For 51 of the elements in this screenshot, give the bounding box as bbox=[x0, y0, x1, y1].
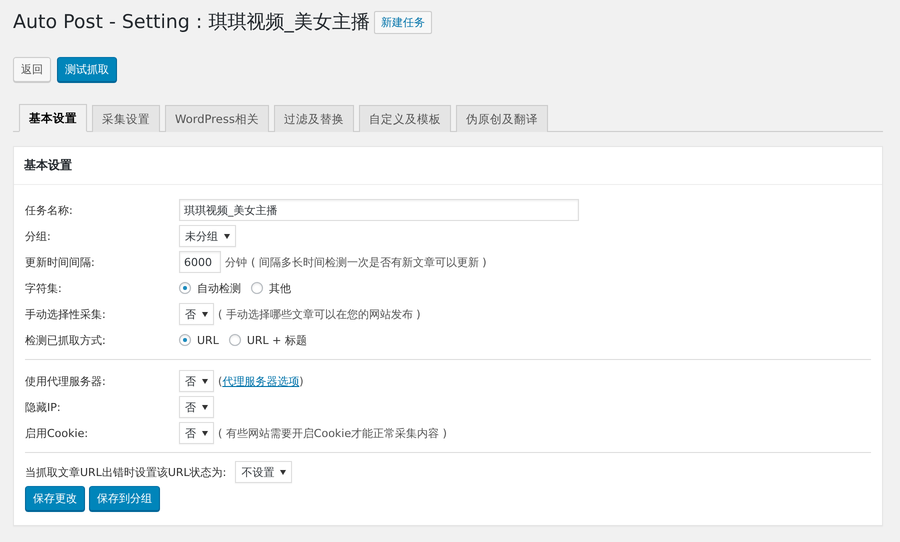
hint-text: ( 手动选择哪些文章可以在您的网站发布 ) bbox=[218, 306, 421, 322]
proxy-options-link[interactable]: 代理服务器选项 bbox=[222, 374, 300, 388]
radio-label: URL bbox=[197, 334, 219, 346]
panel-title: 基本设置 bbox=[14, 147, 882, 185]
caret-icon bbox=[202, 404, 208, 410]
radio-label: 自动检测 bbox=[197, 280, 241, 296]
radio-button[interactable] bbox=[228, 334, 241, 346]
field-label: 字符集: bbox=[25, 280, 63, 296]
link-note: (代理服务器选项) bbox=[218, 374, 304, 388]
caret-icon bbox=[280, 470, 286, 474]
save-button[interactable]: 保存到分组 bbox=[89, 486, 160, 511]
number-field[interactable]: 6000 bbox=[179, 251, 221, 273]
dropdown[interactable]: 否 bbox=[179, 303, 214, 325]
tab[interactable]: WordPress相关 bbox=[165, 105, 269, 132]
dropdown[interactable]: 不设置 bbox=[235, 461, 292, 483]
action-button[interactable]: 测试抓取 bbox=[57, 57, 117, 82]
page-title: Auto Post - Setting : 琪琪视频_美女主播 bbox=[13, 10, 370, 35]
dropdown[interactable]: 否 bbox=[179, 422, 214, 444]
radio-button[interactable] bbox=[179, 282, 191, 294]
radio-button[interactable] bbox=[179, 334, 191, 346]
tab[interactable]: 采集设置 bbox=[92, 105, 160, 132]
field-label: 使用代理服务器: bbox=[25, 374, 107, 388]
dropdown[interactable]: 否 bbox=[179, 396, 214, 418]
unit-label: 分钟 bbox=[225, 254, 247, 270]
field-label: 手动选择性采集: bbox=[25, 306, 107, 322]
tab[interactable]: 自定义及模板 bbox=[358, 105, 451, 132]
field-label: 更新时间间隔: bbox=[25, 254, 96, 270]
hint-text: ( 有些网站需要开启Cookie才能正常采集内容 ) bbox=[218, 426, 447, 440]
field-label: 分组: bbox=[25, 228, 52, 244]
field-label: 隐藏IP: bbox=[25, 400, 62, 414]
caret-icon bbox=[202, 378, 208, 384]
dropdown[interactable]: 未分组 bbox=[179, 225, 236, 247]
dropdown[interactable]: 否 bbox=[179, 370, 214, 392]
hint-text: ( 间隔多长时间检测一次是否有新文章可以更新 ) bbox=[251, 254, 487, 270]
radio-button[interactable] bbox=[251, 282, 263, 294]
new-task-button[interactable]: 新建任务 bbox=[374, 10, 432, 34]
field-label: 当抓取文章URL出错时设置该URL状态为: bbox=[25, 464, 226, 480]
tab[interactable]: 伪原创及翻译 bbox=[456, 105, 548, 132]
caret-icon bbox=[202, 312, 208, 316]
save-button[interactable]: 保存更改 bbox=[25, 486, 85, 511]
field-label: 启用Cookie: bbox=[25, 426, 90, 440]
action-button[interactable]: 返回 bbox=[13, 57, 51, 82]
radio-label: 其他 bbox=[269, 280, 291, 296]
tab[interactable]: 过滤及替换 bbox=[274, 105, 354, 132]
text-field[interactable]: 琪琪视频_美女主播 bbox=[179, 199, 579, 221]
field-label: 任务名称: bbox=[25, 202, 74, 218]
field-label: 检测已抓取方式: bbox=[25, 332, 107, 348]
caret-icon bbox=[202, 430, 208, 436]
radio-label: URL + 标题 bbox=[246, 332, 307, 348]
tab[interactable]: 基本设置 bbox=[19, 104, 87, 132]
caret-icon bbox=[224, 234, 230, 238]
